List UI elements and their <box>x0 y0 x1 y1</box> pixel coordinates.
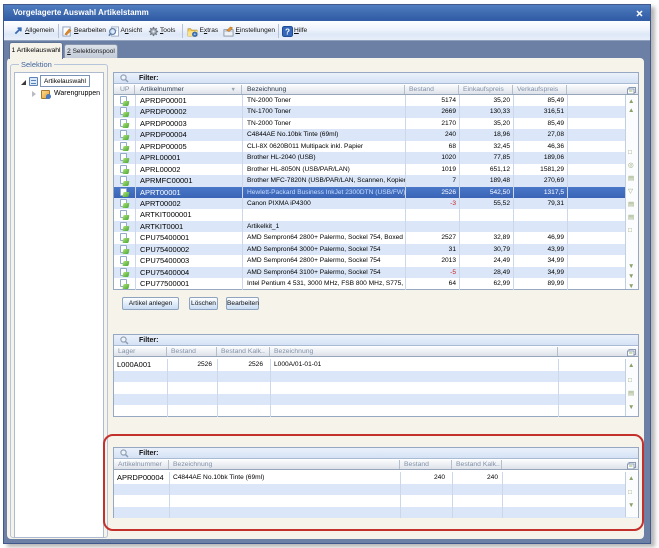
svg-text:?: ? <box>285 27 290 36</box>
